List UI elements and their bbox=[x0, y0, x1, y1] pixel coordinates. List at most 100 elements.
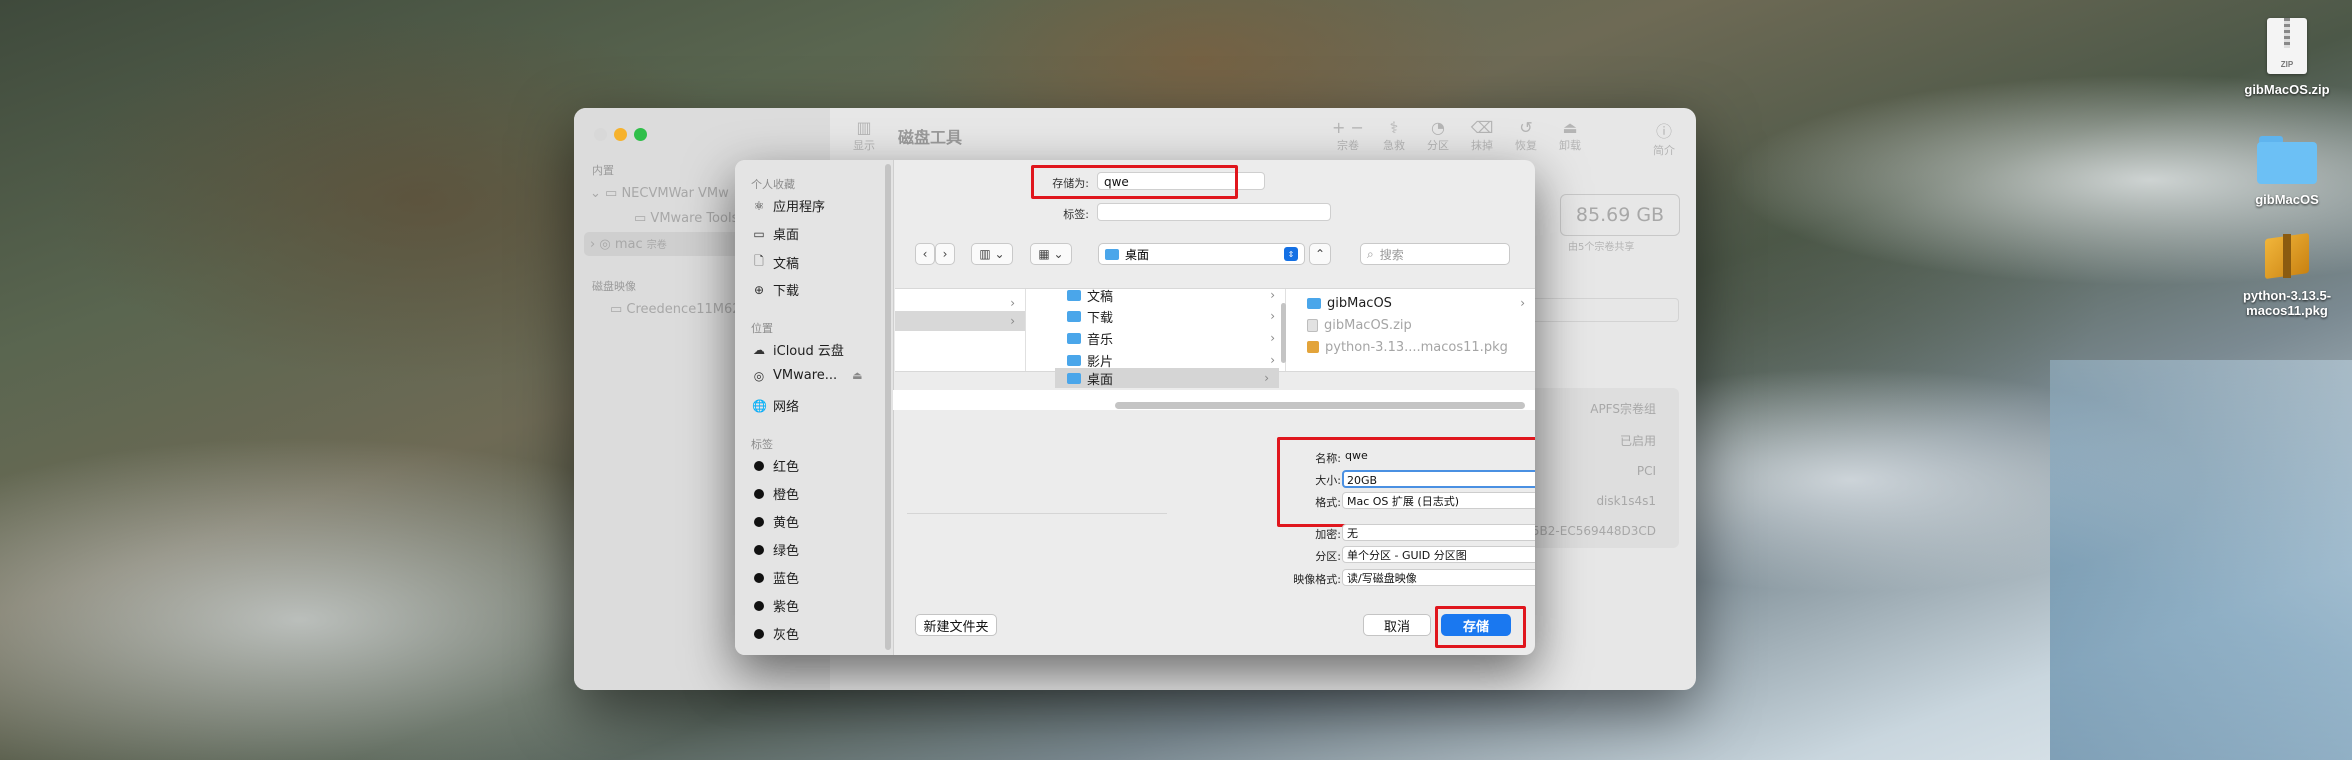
browser-column-2[interactable]: 文稿 › 下载 › 音乐 › 影片 › bbox=[1055, 289, 1286, 371]
image-options-form: 名称: qwe 大小: 20GB 格式: Mac OS 扩展 (日志式)⇕ 加密… bbox=[895, 415, 1535, 586]
toolbar-erase[interactable]: ⌫ 抹掉 bbox=[1462, 118, 1502, 153]
eject-icon[interactable]: ⏏ bbox=[852, 369, 862, 382]
save-button[interactable]: 存储 bbox=[1441, 614, 1511, 636]
sidebar-heading-tags: 标签 bbox=[751, 438, 773, 451]
desktop-item-gibmacos-folder[interactable]: gibMacOS bbox=[2232, 136, 2342, 207]
list-item-music[interactable]: 音乐 › bbox=[1055, 328, 1285, 348]
sidebar-item-applications[interactable]: ⚛ 应用程序 bbox=[752, 196, 825, 216]
sidebar-item-network[interactable]: 🌐 网络 bbox=[752, 396, 799, 416]
location-popup[interactable]: 桌面 ⇕ bbox=[1098, 243, 1305, 265]
folder-icon bbox=[1067, 332, 1081, 344]
toolbar-partition[interactable]: ◔ 分区 bbox=[1418, 118, 1458, 153]
sidebar-item-desktop[interactable]: ▭ 桌面 bbox=[752, 224, 799, 244]
encryption-popup[interactable]: 无⇕ bbox=[1342, 524, 1535, 541]
applications-icon: ⚛ bbox=[753, 198, 765, 213]
size-input[interactable]: 20GB bbox=[1342, 470, 1535, 488]
sidebar-item-icloud[interactable]: ☁ iCloud 云盘 bbox=[752, 340, 844, 360]
view-group-button[interactable]: ▦ ⌄ bbox=[1030, 243, 1072, 265]
sidebar-item-downloads[interactable]: ⊕ 下载 bbox=[752, 280, 799, 300]
browser-column-3[interactable]: gibMacOS › gibMacOS.zip python-3.13....ma… bbox=[1295, 289, 1535, 371]
list-item-downloads[interactable]: 下载 › bbox=[1055, 306, 1285, 326]
column-browser[interactable]: › › 文稿 › 下载 › 音乐 › 影片 › gibMacOS › gibMacOS.z… bbox=[895, 288, 1535, 372]
sidebar-item-vmware[interactable]: ◎ VMware... ⏏ bbox=[752, 368, 863, 383]
list-item-gibmacos-zip: gibMacOS.zip bbox=[1295, 315, 1535, 335]
toolbar-show[interactable]: ▥ 显示 bbox=[844, 118, 884, 153]
list-item-desktop[interactable]: 桌面 › bbox=[1055, 368, 1279, 388]
sidebar-tag-blue[interactable]: 蓝色 bbox=[752, 568, 799, 587]
close-window-button[interactable] bbox=[594, 128, 607, 141]
toolbar-unmount[interactable]: ⏏ 卸载 bbox=[1550, 118, 1590, 153]
info-connection: PCI bbox=[1636, 464, 1656, 478]
chevron-up-icon: ⌃ bbox=[1314, 247, 1326, 261]
list-item-documents[interactable]: 文稿 › bbox=[1055, 289, 1285, 305]
name-label: 名称: bbox=[1315, 452, 1341, 465]
columns-view-icon: ▥ ⌄ bbox=[979, 247, 1005, 261]
list-item-movies[interactable]: 影片 › bbox=[1055, 350, 1285, 370]
chevron-right-icon: › bbox=[1520, 296, 1525, 310]
sidebar-section-internal: 内置 bbox=[592, 164, 614, 177]
sidebar-tag-orange[interactable]: 橙色 bbox=[752, 484, 799, 503]
search-field[interactable]: ⌕ 搜索 bbox=[1360, 243, 1510, 265]
desktop-icon: ▭ bbox=[753, 226, 765, 241]
folder-icon bbox=[1067, 354, 1081, 366]
toolbar-info[interactable]: ⓘ 简介 bbox=[1644, 118, 1684, 158]
back-button[interactable]: ‹ bbox=[915, 243, 935, 265]
list-item-gibmacos[interactable]: gibMacOS › bbox=[1295, 293, 1535, 313]
desktop-item-gibmacos-zip[interactable]: ZIP gibMacOS.zip bbox=[2232, 18, 2342, 97]
folder-icon bbox=[1067, 310, 1081, 322]
list-item[interactable]: › bbox=[895, 293, 1025, 313]
tag-dot-icon bbox=[754, 600, 764, 611]
folder-icon bbox=[1067, 372, 1081, 384]
forward-button[interactable]: › bbox=[935, 243, 955, 265]
browser-column-1[interactable]: › › bbox=[895, 289, 1026, 371]
sidebar-tag-green[interactable]: 绿色 bbox=[752, 540, 799, 559]
sidebar-section-images: 磁盘映像 bbox=[592, 280, 636, 293]
folder-icon bbox=[1105, 248, 1119, 260]
column-scrollbar[interactable] bbox=[1281, 303, 1286, 363]
toolbar-first-aid[interactable]: ⚕ 急救 bbox=[1374, 118, 1414, 153]
sidebar-heading-favorites: 个人收藏 bbox=[751, 178, 795, 191]
collapse-button[interactable]: ⌃ bbox=[1309, 243, 1331, 265]
sidebar-scrollbar[interactable] bbox=[885, 164, 891, 650]
save-image-dialog[interactable]: 个人收藏 ⚛ 应用程序 ▭ 桌面 🗋 文稿 ⊕ 下载 位置 ☁ iCloud 云盘 ◎ VM… bbox=[735, 160, 1535, 655]
desktop-item-label: gibMacOS.zip bbox=[2244, 82, 2330, 97]
stethoscope-icon: ⚕ bbox=[1389, 118, 1399, 137]
toolbar-volume[interactable]: + − 宗卷 bbox=[1328, 118, 1368, 153]
toolbar-restore[interactable]: ↺ 恢复 bbox=[1506, 118, 1546, 153]
tag-dot-icon bbox=[754, 488, 764, 499]
tags-input[interactable] bbox=[1097, 203, 1331, 221]
grid-view-icon: ▦ ⌄ bbox=[1038, 247, 1064, 261]
list-item[interactable]: › bbox=[895, 311, 1025, 331]
tag-dot-icon bbox=[754, 572, 764, 583]
capacity-value: 85.69 GB bbox=[1560, 194, 1680, 236]
name-value[interactable]: qwe bbox=[1345, 449, 1368, 462]
sidebar-item-image[interactable]: ▭ Creedence11M62 bbox=[610, 302, 741, 317]
view-columns-button[interactable]: ▥ ⌄ bbox=[971, 243, 1013, 265]
cancel-button[interactable]: 取消 bbox=[1363, 614, 1431, 636]
sidebar-tag-red[interactable]: 红色 bbox=[752, 456, 799, 475]
restore-icon: ↺ bbox=[1519, 118, 1533, 137]
partition-popup[interactable]: 单个分区 - GUID 分区图⇕ bbox=[1342, 546, 1535, 563]
desktop-item-python-pkg[interactable]: python-3.13.5- macos11.pkg bbox=[2232, 226, 2342, 318]
new-folder-button[interactable]: 新建文件夹 bbox=[915, 614, 997, 636]
size-label: 大小: bbox=[1315, 474, 1341, 487]
horizontal-scrollbar[interactable] bbox=[1115, 402, 1525, 409]
minimize-window-button[interactable] bbox=[614, 128, 627, 141]
chevron-right-icon: › bbox=[1270, 309, 1275, 323]
format-popup[interactable]: Mac OS 扩展 (日志式)⇕ bbox=[1342, 492, 1535, 509]
image-format-popup[interactable]: 读/写磁盘映像⇕ bbox=[1342, 569, 1535, 586]
cloud-icon: ☁ bbox=[753, 342, 765, 357]
sidebar-tag-yellow[interactable]: 黄色 bbox=[752, 512, 799, 531]
package-icon bbox=[2259, 226, 2315, 282]
tag-dot-icon bbox=[754, 460, 764, 471]
save-as-input[interactable]: qwe bbox=[1097, 172, 1265, 190]
plus-minus-icon: + − bbox=[1332, 118, 1364, 137]
sidebar-item-documents[interactable]: 🗋 文稿 bbox=[752, 252, 799, 273]
usage-bar bbox=[1529, 298, 1679, 322]
sidebar-tag-purple[interactable]: 紫色 bbox=[752, 596, 799, 615]
popup-stepper-icon: ⇕ bbox=[1284, 247, 1298, 261]
sidebar-item-disk[interactable]: ⌄ ▭ NECVMWar VMw bbox=[590, 186, 729, 201]
sidebar-tag-gray[interactable]: 灰色 bbox=[752, 624, 799, 643]
sidebar-item-vmware-tools[interactable]: ▭ VMware Tools bbox=[634, 211, 738, 226]
zoom-window-button[interactable] bbox=[634, 128, 647, 141]
